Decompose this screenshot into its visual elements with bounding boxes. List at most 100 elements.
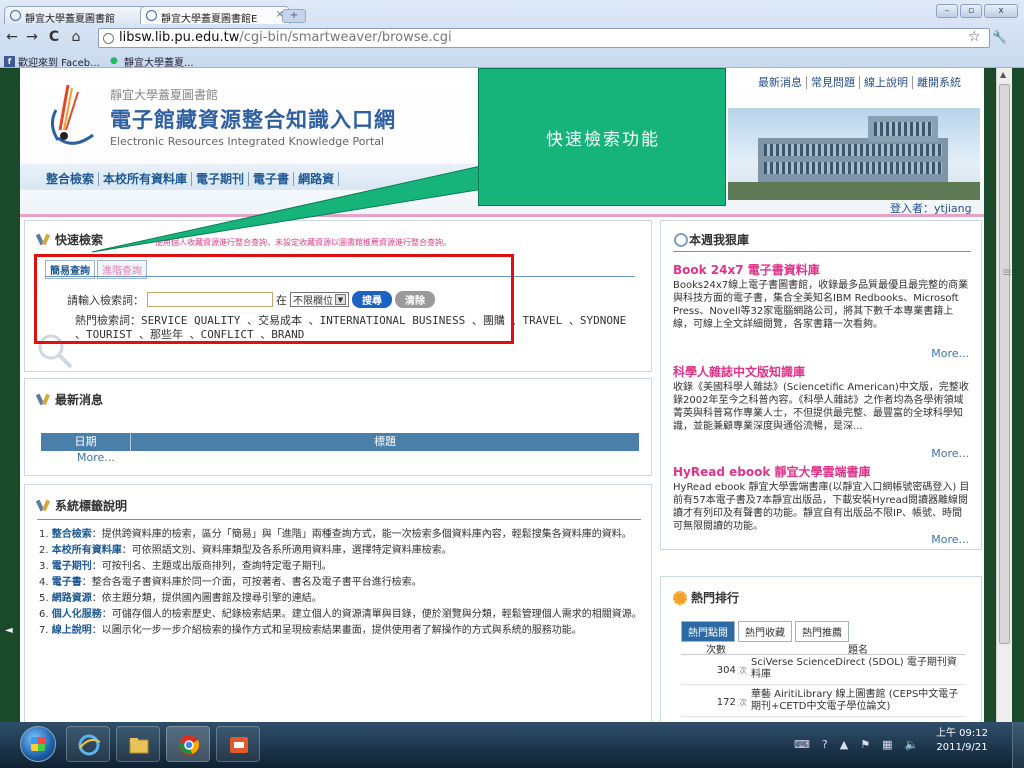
callout-box: 快速檢索功能 [478,68,726,206]
ranking-panel: 熱門排行 熱門點閱 熱門收藏 熱門推薦 次數 題名 304 次 SciVerse… [660,576,982,722]
show-desktop-button[interactable] [1012,722,1024,768]
weekly-heading: 本週我狠庫 [673,231,749,248]
browser-tab-2[interactable]: 靜宜大學蓋夏圖書館E × [140,6,290,24]
callout-text: 快速檢索功能 [546,130,660,150]
wrench-icon[interactable]: 🔧 [992,30,1007,44]
news-panel: 最新消息 日期 標題 More... [24,378,652,476]
weekly-entry-desc: 收錄《美國科學人雜誌》(Sciencetific American)中文版，完整… [673,382,969,432]
browser-tab-1[interactable]: 靜宜大學蓋夏圖書館 × [4,6,154,24]
quick-search-heading: 快速檢索 [37,231,103,248]
network-icon[interactable]: ▦ [882,738,892,751]
new-tab-button[interactable]: + [282,9,306,23]
portal-title: 電子館藏資源整合知識入口網 [110,108,396,132]
menu-ejournals[interactable]: 電子期刊 [192,172,250,186]
ranking-item-link[interactable]: 華藝 AiritiLibrary 線上圖書館 (CEPS中文電子期刊+CETD中… [751,689,965,716]
windows-taskbar: ⌨ ? ▲ ⚑ ▦ 🔈 上午 09:12 2011/9/21 [0,722,1024,768]
weekly-more-link[interactable]: More... [931,347,969,360]
restore-button[interactable]: ▫ [960,4,982,18]
bookmark-star-icon[interactable]: ☆ [968,29,981,45]
home-icon[interactable]: ⌂ [68,29,84,45]
weekly-entry-desc: HyRead ebook 靜宜大學雲端書庫(以靜宜入口網帳號密碼登入) 目前有5… [673,482,970,532]
flag-icon[interactable]: ⚑ [860,738,870,751]
ie-icon: ● [110,56,118,66]
weekly-database-panel: 本週我狠庫 Book 24x7 電子書資料庫 Books24x7線上電子書圖書館… [660,220,982,550]
library-logo-icon [51,84,94,145]
news-heading: 最新消息 [37,391,103,408]
system-clock[interactable]: 上午 09:12 2011/9/21 [936,727,988,755]
scrollbar-thumb[interactable] [999,84,1010,644]
list-item: 2. 本校所有資料庫：可依照語文別、資料庫類型及各系所適用資料庫，選擇特定資料庫… [39,545,452,556]
ie-icon [78,734,100,756]
bookmark-facebook[interactable]: f 歡迎來到 Faceb... [4,54,100,69]
menu-ebooks[interactable]: 電子書 [249,172,295,186]
tab-hot-collections[interactable]: 熱門收藏 [738,621,792,642]
weekly-entry-title[interactable]: Book 24x7 電子書資料庫 [673,261,820,278]
sun-icon [673,590,687,605]
system-help-panel: 系統標籤說明 1. 整合檢索：提供跨資料庫的檢索，區分「簡易」與「進階」兩種查詢… [24,484,652,722]
top-link-exit[interactable]: 離開系統 [913,76,965,89]
ranking-tabs: 熱門點閱 熱門收藏 熱門推薦 [681,621,849,642]
search-hint: 使用個人收藏資源進行整合查詢，未設定收藏資源以圖書館推薦資源進行整合查詢。 [155,238,451,247]
list-item: 3. 電子期刊：可按刊名、主題或出版商排列，查詢特定電子期刊。 [39,561,332,572]
weekly-entry-title[interactable]: HyRead ebook 靜宜大學雲端書庫 [673,463,871,480]
tab-hot-clicks[interactable]: 熱門點閱 [681,621,735,642]
top-link-faq[interactable]: 常見問題 [807,76,860,89]
bookmark-library[interactable]: ● 靜宜大學蓋夏... [110,54,194,69]
volume-icon[interactable]: 🔈 [904,738,918,751]
news-table-header: 日期 標題 [41,433,639,451]
app-icon [230,737,248,753]
reload-icon[interactable]: C [46,29,62,45]
weekly-entry-title[interactable]: 科學人雜誌中文版知識庫 [673,363,805,380]
site-favicon-icon [10,10,21,21]
top-link-help[interactable]: 線上說明 [860,76,913,89]
taskbar-ie[interactable] [66,726,110,762]
taskbar-explorer[interactable] [116,726,160,762]
help-icon[interactable]: ? [822,738,828,751]
ranking-table-header: 次數 題名 [681,641,965,656]
ranking-item-link[interactable]: SciVerse ScienceDirect (SDOL) 電子期刊資料庫 [751,657,965,684]
start-button[interactable] [20,726,56,762]
keyboard-icon[interactable]: ⌨ [794,738,810,751]
scroll-up-icon[interactable]: ▲ [1000,70,1006,79]
site-favicon-icon [146,10,157,21]
top-link-news[interactable]: 最新消息 [754,76,807,89]
list-item: 6. 個人化服務：可儲存個人的檢索歷史、紀錄檢索結果。建立個人的資源清單與目錄，… [39,609,642,620]
library-subtitle: 靜宜大學蓋夏圖書館 [110,88,219,102]
close-window-button[interactable]: x [984,4,1018,18]
list-item: 5. 網路資源：依主題分類，提供國內圖書館及搜尋引擎的連結。 [39,593,322,604]
menu-web-resources[interactable]: 網路資 [294,172,340,186]
minimize-button[interactable]: – [936,4,958,18]
system-help-heading: 系統標籤說明 [37,497,127,514]
library-building-image [728,108,980,200]
divider [673,251,971,252]
forward-arrow-icon[interactable]: → [24,29,40,45]
news-col-date: 日期 [41,433,131,451]
menu-integrated-search[interactable]: 整合檢索 [42,172,100,186]
header-divider [20,214,984,217]
back-arrow-icon[interactable]: ← [4,29,20,45]
weekly-more-link[interactable]: More... [931,447,969,460]
system-tray: ⌨ ? ▲ ⚑ ▦ 🔈 [794,738,918,751]
list-item: 4. 電子書：整合各電子書資料庫於同一介面，可按著者、書名及電子書平台進行檢索。 [39,577,422,588]
address-bar[interactable]: libsw.lib.pu.edu.tw/cgi-bin/smartweaver/… [98,28,990,48]
tab-bar: 靜宜大學蓋夏圖書館 × 靜宜大學蓋夏圖書館E × + – ▫ x [0,0,1024,24]
news-col-title: 標題 [374,435,396,448]
folder-icon [129,738,149,754]
taskbar-app[interactable] [216,726,260,762]
slide-prev-icon[interactable]: ◄ [5,625,13,636]
menu-all-databases[interactable]: 本校所有資料庫 [99,172,193,186]
browser-chrome: 靜宜大學蓋夏圖書館 × 靜宜大學蓋夏圖書館E × + – ▫ x ← → C ⌂… [0,0,1024,69]
arrow-up-icon[interactable]: ▲ [840,738,848,751]
taskbar-chrome[interactable] [166,726,210,762]
table-row: 172 次 華藝 AiritiLibrary 線上圖書館 (CEPS中文電子期刊… [681,689,965,717]
ranking-heading: 熱門排行 [673,589,739,606]
tab-hot-recommend[interactable]: 熱門推薦 [795,621,849,642]
section-icon [37,234,51,246]
chrome-icon [179,735,200,755]
news-more-link[interactable]: More... [77,451,115,464]
highlight-box [34,254,514,344]
section-icon [37,500,51,512]
bookmarks-bar: f 歡迎來到 Faceb... ● 靜宜大學蓋夏... [0,52,1024,69]
weekly-more-link[interactable]: More... [931,533,969,546]
vertical-scrollbar[interactable]: ▲ [996,68,1012,722]
